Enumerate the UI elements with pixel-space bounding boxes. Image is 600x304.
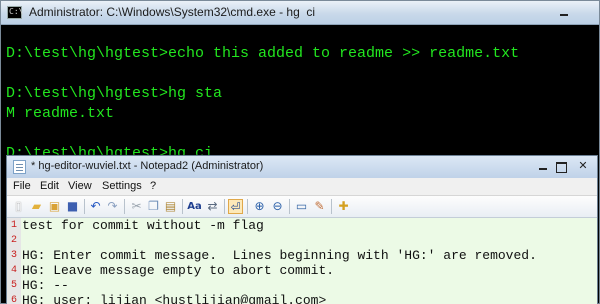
cmd-icon-label: C:\ (9, 7, 24, 16)
menu-file[interactable]: File (13, 180, 31, 192)
minimize-button[interactable] (556, 4, 572, 20)
notepad2-window-title: * hg-editor-wuviel.txt - Notepad2 (Admin… (31, 160, 264, 172)
line-number: 6 (10, 295, 17, 304)
close-button[interactable]: ✕ (573, 159, 593, 174)
editor-line: 6 HG: user: lijian <hustlijian@gmail.com… (7, 293, 597, 304)
word-wrap-icon[interactable]: ⏎ (228, 199, 243, 214)
line-text: HG: Enter commit message. Lines beginnin… (22, 248, 537, 263)
line-text: HG: -- (22, 278, 69, 293)
cut-icon[interactable]: ✂ (129, 199, 144, 214)
toolbar-separator (247, 199, 248, 214)
line-text: HG: user: lijian <hustlijian@gmail.com> (22, 293, 327, 304)
console-line: D:\test\hg\hgtest>hg sta (6, 85, 223, 102)
zoom-in-icon[interactable]: ⊕ (252, 199, 267, 214)
open-icon[interactable]: ▰ (29, 199, 44, 214)
toolbar-separator (182, 199, 183, 214)
copy-icon[interactable]: ❐ (146, 199, 161, 214)
console-line: M readme.txt (6, 105, 115, 122)
favorites-icon[interactable]: ✚ (336, 199, 351, 214)
editor-line: 5 HG: -- (7, 278, 597, 293)
find-icon[interactable]: Aa (187, 199, 202, 214)
minimize-button[interactable] (535, 159, 551, 174)
toolbar-separator (224, 199, 225, 214)
save-icon[interactable]: ■ (65, 199, 80, 214)
editor-line: 2 (7, 233, 597, 248)
editor-line: 3 HG: Enter commit message. Lines beginn… (7, 248, 597, 263)
text-editor[interactable]: 1 test for commit without -m flag 2 3 HG… (7, 218, 597, 304)
line-number: 4 (10, 265, 17, 276)
toolbar-separator (289, 199, 290, 214)
notepad2-window: * hg-editor-wuviel.txt - Notepad2 (Admin… (6, 155, 598, 304)
console-line: D:\test\hg\hgtest>echo this added to rea… (6, 45, 520, 62)
browse-icon[interactable]: ▣ (47, 199, 62, 214)
line-number: 3 (10, 250, 17, 261)
line-text: HG: Leave message empty to abort commit. (22, 263, 335, 278)
undo-icon[interactable]: ↶ (88, 199, 103, 214)
cmd-app-icon[interactable]: C:\ (7, 6, 24, 19)
toolbar-separator (331, 199, 332, 214)
view-icon[interactable]: ▭ (294, 199, 309, 214)
cmd-window-title: Administrator: C:\Windows\System32\cmd.e… (29, 5, 316, 19)
zoom-out-icon[interactable]: ⊖ (270, 199, 285, 214)
menu-view[interactable]: View (68, 180, 92, 192)
new-icon[interactable]: ▯ (11, 199, 26, 214)
toolbar-separator (84, 199, 85, 214)
maximize-button[interactable] (553, 159, 569, 174)
notepad2-app-icon[interactable] (13, 160, 26, 174)
notepad2-titlebar[interactable]: * hg-editor-wuviel.txt - Notepad2 (Admin… (7, 156, 597, 178)
editor-line: 4 HG: Leave message empty to abort commi… (7, 263, 597, 278)
line-number: 2 (10, 235, 17, 246)
menu-bar: File Edit View Settings ? (7, 178, 597, 196)
menu-settings[interactable]: Settings (102, 180, 142, 192)
redo-icon[interactable]: ↷ (105, 199, 120, 214)
line-number: 5 (10, 280, 17, 291)
editor-line: 1 test for commit without -m flag (7, 218, 597, 233)
settings-icon[interactable]: ✎ (312, 199, 327, 214)
cmd-titlebar[interactable]: C:\ Administrator: C:\Windows\System32\c… (1, 1, 599, 25)
paste-icon[interactable]: ▤ (163, 199, 178, 214)
line-number: 1 (10, 220, 17, 231)
menu-edit[interactable]: Edit (40, 180, 59, 192)
replace-icon[interactable]: ⇄ (205, 199, 220, 214)
line-text: test for commit without -m flag (22, 218, 264, 233)
menu-help[interactable]: ? (150, 180, 156, 192)
console-output[interactable]: D:\test\hg\hgtest>echo this added to rea… (1, 26, 599, 166)
toolbar-separator (124, 199, 125, 214)
toolbar: ▯ ▰ ▣ ■ ↶ ↷ ✂ ❐ ▤ Aa ⇄ ⏎ ⊕ ⊖ ▭ ✎ ✚ (7, 196, 597, 218)
